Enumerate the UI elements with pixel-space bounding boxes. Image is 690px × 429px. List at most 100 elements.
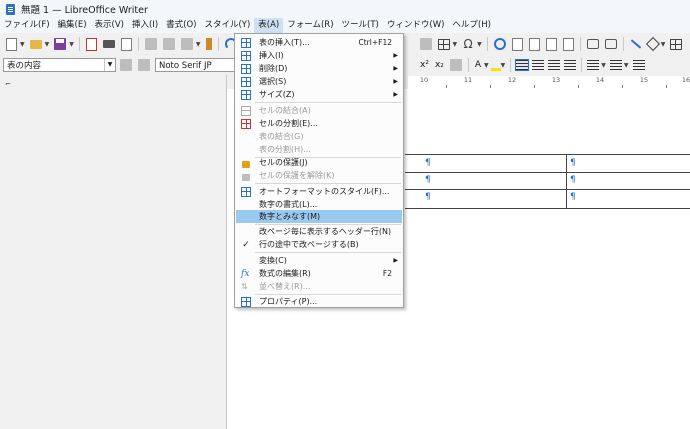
menu-window[interactable]: ウィンドウ(W) <box>383 18 449 33</box>
menu-item-repeat-heading[interactable]: 改ページ毎に表示するヘッダー行(N) <box>236 225 402 238</box>
numbering-icon[interactable] <box>609 60 622 70</box>
menu-form[interactable]: フォーム(R) <box>283 18 337 33</box>
ruler-tick: 15 <box>639 76 649 84</box>
export-pdf-icon[interactable] <box>85 37 97 51</box>
menu-view[interactable]: 表示(V) <box>91 18 128 33</box>
shapes-dropdown-icon[interactable]: ▼ <box>661 41 666 48</box>
menu-item-label: セルの結合(A) <box>259 106 311 115</box>
print-preview-icon[interactable] <box>120 37 132 51</box>
menu-format[interactable]: 書式(O) <box>162 18 200 33</box>
menu-item-label: 改ページ毎に表示するヘッダー行(N) <box>259 227 392 236</box>
menu-item-convert[interactable]: 変換(C) ▶ <box>236 254 402 267</box>
clone-formatting-icon[interactable] <box>205 38 212 50</box>
menu-table[interactable]: 表(A) <box>254 18 284 33</box>
new-dropdown-icon[interactable]: ▼ <box>20 41 25 48</box>
copy-icon[interactable] <box>162 38 175 50</box>
menu-item-number-recognition[interactable]: 数字とみなす(M) <box>236 210 402 223</box>
open-dropdown-icon[interactable]: ▼ <box>45 41 50 48</box>
menu-item-unprotect-cells[interactable]: セルの保護を解除(K) <box>236 169 402 182</box>
ruler-minor-tick <box>490 85 491 88</box>
paragraph-mark[interactable]: ¶ <box>425 158 431 168</box>
menu-item-properties[interactable]: プロパティ(P)... <box>236 295 402 308</box>
menu-item-size[interactable]: サイズ(Z) ▶ <box>236 88 402 101</box>
menu-file[interactable]: ファイル(F) <box>0 18 54 33</box>
menu-edit[interactable]: 編集(E) <box>54 18 91 33</box>
cut-icon[interactable] <box>144 38 157 50</box>
paragraph-mark[interactable]: ¶ <box>570 192 576 202</box>
basic-shapes-icon[interactable] <box>645 36 660 52</box>
menu-item-protect-cells[interactable]: セルの保護(J) <box>236 156 402 169</box>
paste-icon[interactable] <box>180 38 193 50</box>
size-icon <box>241 89 251 100</box>
bullets-dropdown-icon[interactable]: ▼ <box>601 62 606 69</box>
clear-formatting-icon[interactable] <box>449 59 462 71</box>
horizontal-ruler[interactable]: 10 11 12 13 14 15 16 <box>408 76 690 90</box>
special-char-dropdown-icon[interactable]: ▼ <box>477 41 482 48</box>
menu-item-insert-table[interactable]: 表の挿入(T)... Ctrl+F12 <box>236 36 402 49</box>
new-style-icon[interactable] <box>138 59 150 71</box>
save-dropdown-icon[interactable]: ▼ <box>69 41 74 48</box>
endnote-icon[interactable] <box>528 37 540 51</box>
paragraph-mark[interactable]: ¶ <box>570 175 576 185</box>
menu-item-edit-formula[interactable]: fx 数式の編集(R) F2 <box>236 267 402 280</box>
save-icon[interactable] <box>54 38 67 50</box>
special-character-icon[interactable]: Ω <box>462 38 474 50</box>
outline-icon[interactable] <box>632 60 645 70</box>
paste-dropdown-icon[interactable]: ▼ <box>196 41 201 48</box>
menu-insert[interactable]: 挿入(I) <box>128 18 162 33</box>
menu-item-label: 削除(D) <box>259 64 288 73</box>
menu-item-label: 表の挿入(T)... <box>259 38 310 47</box>
menu-shortcut: F2 <box>382 269 392 278</box>
menu-item-sort[interactable]: ⇅ 並べ替え(R)... <box>236 280 402 293</box>
menu-tools[interactable]: ツール(T) <box>338 18 383 33</box>
hyperlink-icon[interactable] <box>493 38 506 50</box>
menu-item-merge-cells[interactable]: セルの結合(A) <box>236 104 402 117</box>
table-dropdown-icon[interactable]: ▼ <box>453 41 458 48</box>
paragraph-mark[interactable]: ¶ <box>425 192 431 202</box>
footnote-icon[interactable] <box>511 37 523 51</box>
ruler-tick: 13 <box>551 76 561 84</box>
insert-rows-icon <box>241 50 251 61</box>
menu-item-allow-row-break[interactable]: ✓ 行の途中で改ページする(B) <box>236 238 402 251</box>
menu-item-insert[interactable]: 挿入(I) ▶ <box>236 49 402 62</box>
align-left-icon[interactable] <box>515 59 530 71</box>
comment-icon[interactable] <box>586 39 599 49</box>
paragraph-mark[interactable]: ¶ <box>570 158 576 168</box>
numbering-dropdown-icon[interactable]: ▼ <box>624 62 629 69</box>
menu-item-split-table[interactable]: 表の分割(H)... <box>236 143 402 156</box>
paragraph-style-combo[interactable]: 表の内容 ▼ <box>3 58 116 72</box>
menu-styles[interactable]: スタイル(Y) <box>200 18 254 33</box>
font-color-dropdown-icon[interactable]: ▼ <box>484 62 489 69</box>
cross-reference-icon[interactable] <box>562 37 574 51</box>
align-right-icon[interactable] <box>548 60 561 70</box>
document-table[interactable]: ¶ ¶ ¶ ¶ ¶ ¶ <box>405 154 690 209</box>
subscript-button[interactable]: x₂ <box>435 60 444 70</box>
print-icon[interactable] <box>102 40 115 48</box>
justify-icon[interactable] <box>564 60 577 70</box>
menu-item-delete[interactable]: 削除(D) ▶ <box>236 62 402 75</box>
insert-table-icon[interactable] <box>437 38 450 50</box>
highlighting-icon[interactable] <box>490 67 501 71</box>
line-icon[interactable] <box>630 39 641 49</box>
track-changes-icon[interactable] <box>604 39 617 49</box>
menu-help[interactable]: ヘルプ(H) <box>448 18 495 33</box>
menu-item-autoformat[interactable]: オートフォーマットのスタイル(F)... <box>236 185 402 198</box>
highlight-dropdown-icon[interactable]: ▼ <box>501 62 506 69</box>
align-center-icon[interactable] <box>532 60 545 70</box>
menu-item-split-cells[interactable]: セルの分割(E)... <box>236 117 402 130</box>
chevron-down-icon[interactable]: ▼ <box>104 59 115 71</box>
new-document-icon[interactable] <box>6 37 17 51</box>
bullets-icon[interactable] <box>587 60 600 70</box>
menu-item-select[interactable]: 選択(S) ▶ <box>236 75 402 88</box>
font-name-combo[interactable]: Noto Serif JP <box>155 58 235 72</box>
protect-cells-icon <box>242 160 250 168</box>
grid-icon[interactable] <box>670 38 683 50</box>
superscript-button[interactable]: x² <box>420 60 429 70</box>
page-break-icon[interactable] <box>419 38 432 50</box>
paragraph-mark[interactable]: ¶ <box>425 175 431 185</box>
open-icon[interactable] <box>29 39 42 49</box>
menu-item-merge-table[interactable]: 表の結合(G) <box>236 130 402 143</box>
update-style-icon[interactable] <box>120 59 132 71</box>
font-color-button[interactable]: A <box>475 60 481 70</box>
bookmark-icon[interactable] <box>545 37 557 51</box>
